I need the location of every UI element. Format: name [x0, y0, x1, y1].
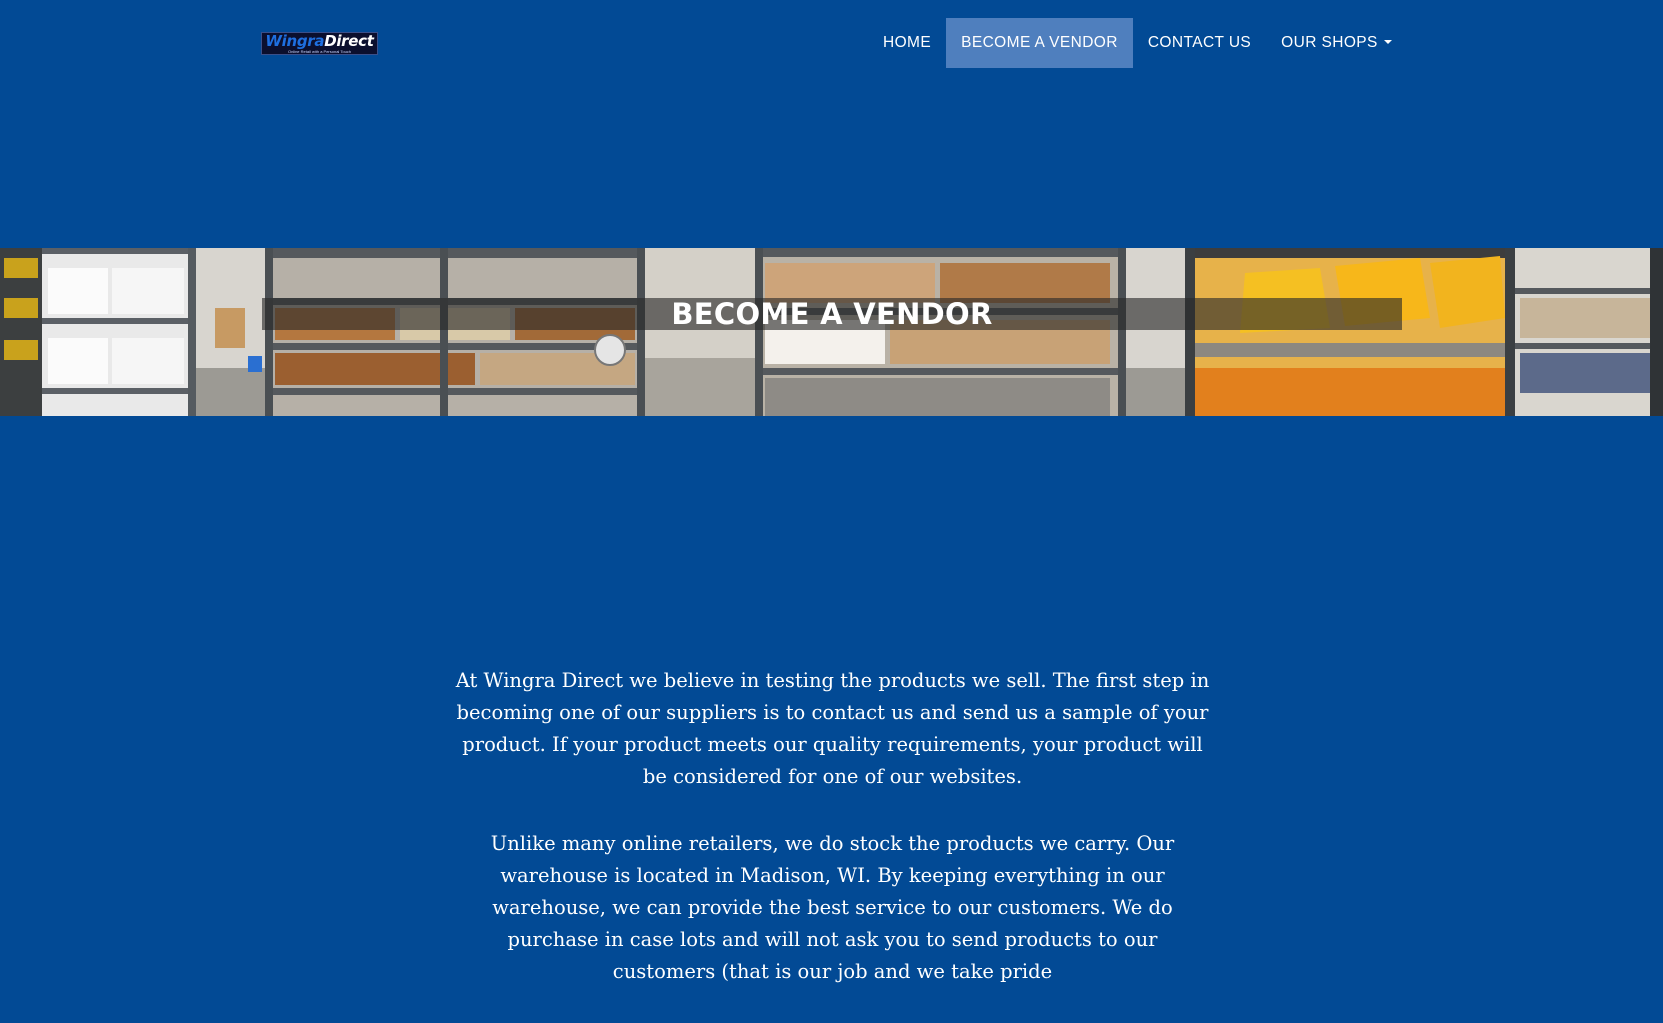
page-title: BECOME A VENDOR: [671, 297, 993, 331]
nav-item-our-shops-label: OUR SHOPS: [1281, 34, 1378, 51]
warehouse-panorama-image: [0, 248, 1663, 416]
nav-item-home-label: HOME: [883, 34, 932, 51]
nav-item-contact-us-label: CONTACT US: [1147, 34, 1252, 51]
wingra-direct-logo[interactable]: WingraDirect Online Retail with a Person…: [261, 32, 378, 55]
navbar: WingraDirect Online Retail with a Person…: [0, 0, 1663, 86]
warehouse-paragraph: Unlike many online retailers, we do stoc…: [490, 832, 1175, 983]
logo-tagline: Online Retail with a Personal Touch: [287, 48, 352, 54]
nav-item-become-a-vendor-label: BECOME A VENDOR: [961, 34, 1118, 51]
logo-word-wingra: Wingra: [265, 32, 325, 50]
main-nav: HOME BECOME A VENDOR CONTACT US OUR SHOP…: [868, 18, 1407, 68]
nav-item-contact-us[interactable]: CONTACT US: [1133, 18, 1266, 68]
nav-item-home[interactable]: HOME: [868, 18, 946, 68]
logo-wordmark: WingraDirect: [265, 32, 374, 50]
nav-item-our-shops-dropdown[interactable]: OUR SHOPS: [1266, 18, 1407, 68]
nav-item-become-a-vendor[interactable]: BECOME A VENDOR: [946, 18, 1133, 68]
main-content: At Wingra Direct we believe in testing t…: [455, 665, 1210, 1023]
logo-word-direct: Direct: [324, 32, 374, 50]
hero-banner: BECOME A VENDOR: [0, 248, 1663, 416]
hero-title-bar: BECOME A VENDOR: [262, 298, 1402, 330]
caret-down-icon: [1383, 40, 1392, 44]
intro-paragraph: At Wingra Direct we believe in testing t…: [455, 669, 1210, 788]
